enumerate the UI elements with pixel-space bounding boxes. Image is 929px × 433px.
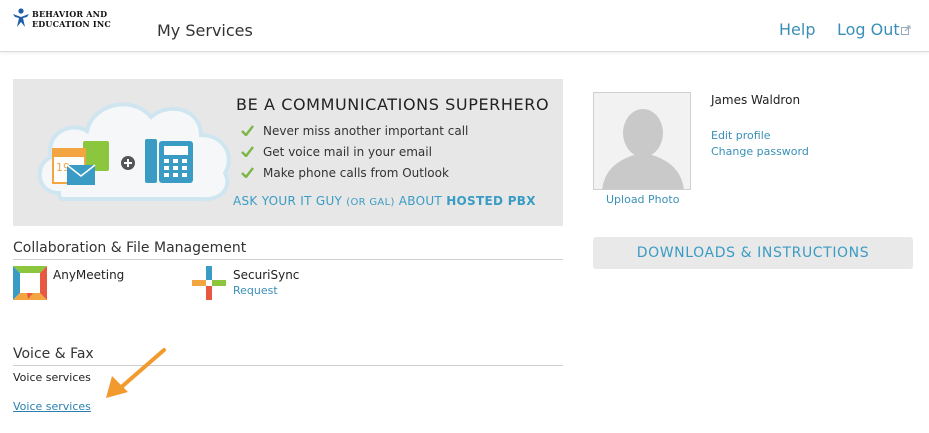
person-logo-icon [13,8,29,27]
banner-benefits-list: Never miss another important call Get vo… [241,123,468,186]
anymeeting-icon [13,266,47,300]
service-securisync[interactable]: SecuriSync Request [192,266,332,302]
hosted-pbx-banner[interactable]: 19 BE A COMMUNICATIONS SUPERHERO Never m… [13,79,563,226]
profile-photo[interactable] [593,92,691,190]
banner-benefit-item: Never miss another important call [241,123,468,144]
voice-fax-section-title: Voice & Fax [13,346,94,362]
voice-services-label: Voice services [13,371,91,384]
securisync-request-link[interactable]: Request [233,284,278,297]
logo-text-line1: Behavior and [32,9,108,19]
company-logo[interactable]: Behavior and Education inc [12,8,112,30]
logout-link[interactable]: Log Out [837,20,900,39]
orange-pointer-arrow-icon [106,348,166,398]
service-anymeeting[interactable]: AnyMeeting [13,266,173,302]
external-link-icon [901,25,911,35]
cta-text: ASK YOUR IT GUY [233,194,347,208]
section-divider [13,259,563,260]
voice-services-link[interactable]: Voice services [13,400,91,413]
banner-call-to-action[interactable]: ASK YOUR IT GUY (OR GAL) ABOUT HOSTED PB… [233,194,536,208]
avatar-silhouette-icon [602,109,684,189]
logo-text: Behavior and Education inc [32,9,111,29]
section-divider [13,365,563,366]
service-name: AnyMeeting [53,268,125,282]
checkmark-icon [241,146,254,157]
help-link[interactable]: Help [779,20,815,39]
top-header: Behavior and Education inc My Services H… [0,0,929,52]
banner-benefit-item: Make phone calls from Outlook [241,165,468,186]
banner-benefit-item: Get voice mail in your email [241,144,468,165]
banner-benefit-text: Get voice mail in your email [263,145,432,159]
page-title: My Services [157,21,253,40]
downloads-instructions-button[interactable]: DOWNLOADS & INSTRUCTIONS [593,237,913,269]
cloud-communications-illustration: 19 [37,102,231,202]
cta-or-gal: (OR GAL) [346,197,395,208]
banner-benefit-text: Make phone calls from Outlook [263,166,449,180]
banner-benefit-text: Never miss another important call [263,124,469,138]
logo-text-line2: Education inc [32,19,111,29]
service-name: SecuriSync [233,268,300,282]
change-password-link[interactable]: Change password [711,145,809,158]
cta-hosted-pbx: HOSTED PBX [446,194,536,208]
cta-about: ABOUT [394,194,447,208]
upload-photo-link[interactable]: Upload Photo [606,193,679,206]
securisync-icon [192,266,226,300]
user-name: James Waldron [711,93,801,107]
checkmark-icon [241,167,254,178]
checkmark-icon [241,125,254,136]
collaboration-section-title: Collaboration & File Management [13,240,247,256]
edit-profile-link[interactable]: Edit profile [711,129,771,142]
banner-title: BE A COMMUNICATIONS SUPERHERO [236,95,550,114]
